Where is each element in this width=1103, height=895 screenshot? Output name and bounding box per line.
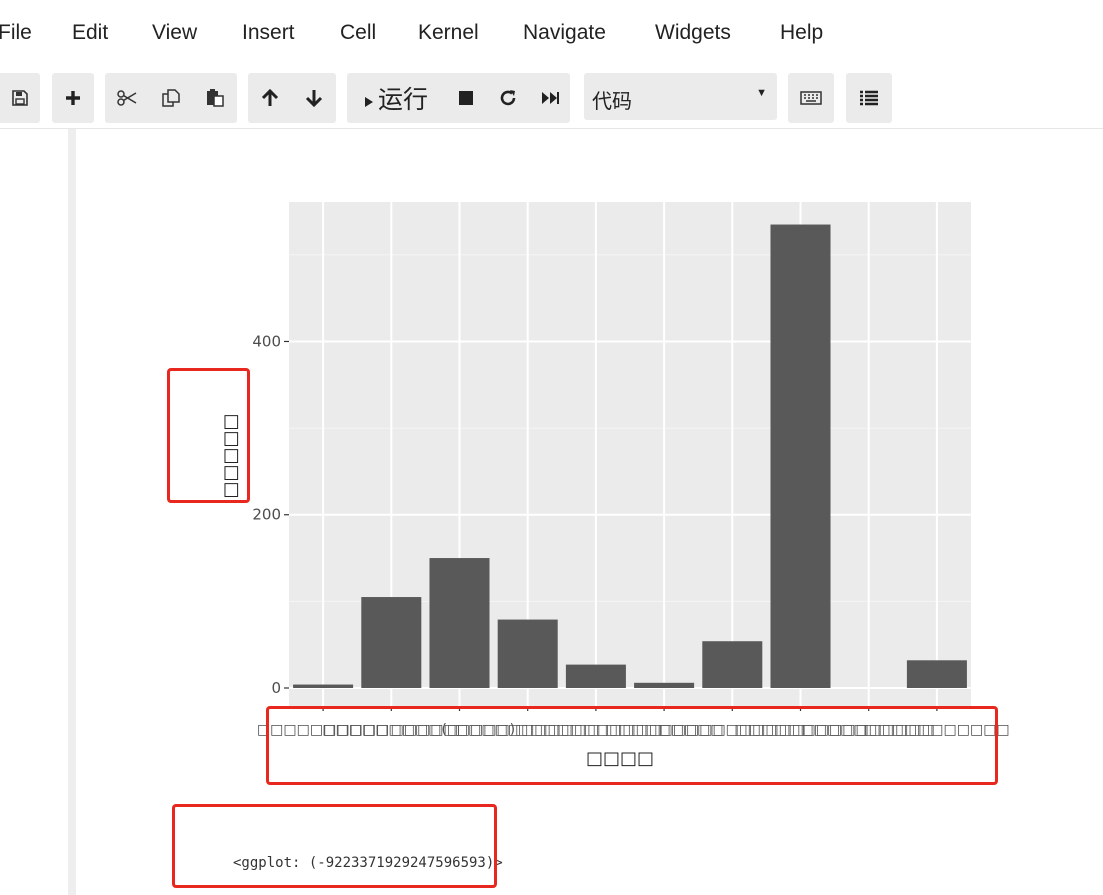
run-label: 运行 xyxy=(377,86,428,114)
restart-button[interactable] xyxy=(487,73,529,123)
menu-bar: File Edit View Insert Cell Kernel Naviga… xyxy=(0,0,1103,64)
annotation-box-repr xyxy=(172,804,497,888)
menu-edit[interactable]: Edit xyxy=(72,21,108,45)
keyboard-shortcuts-button[interactable] xyxy=(788,73,834,123)
y-axis: 0 200 400 xyxy=(252,332,289,697)
fast-forward-icon xyxy=(541,92,559,104)
bar-5 xyxy=(634,682,695,688)
interrupt-button[interactable] xyxy=(445,73,487,123)
bar-1 xyxy=(361,597,422,688)
stop-icon xyxy=(459,91,473,105)
insert-cell-button[interactable] xyxy=(52,73,94,123)
run-icon xyxy=(364,97,373,107)
menu-cell[interactable]: Cell xyxy=(340,21,376,45)
menu-widgets[interactable]: Widgets xyxy=(655,21,731,45)
copy-button[interactable] xyxy=(149,73,193,123)
save-button[interactable] xyxy=(0,73,40,123)
run-all-button[interactable] xyxy=(529,73,570,123)
toolbar: 运行 代码 ▼ xyxy=(0,70,1103,126)
dropdown-arrow-icon: ▼ xyxy=(756,87,767,99)
restart-icon xyxy=(500,90,516,106)
menu-file[interactable]: File xyxy=(0,21,32,45)
paste-button[interactable] xyxy=(193,73,237,123)
bar-7 xyxy=(770,224,831,688)
clipboard-group xyxy=(105,73,237,123)
bar-2 xyxy=(429,558,490,688)
y-tick-label: 200 xyxy=(252,506,281,524)
bar-3 xyxy=(497,619,558,688)
move-down-button[interactable] xyxy=(292,73,336,123)
move-group xyxy=(248,73,336,123)
cut-button[interactable] xyxy=(105,73,149,123)
run-button[interactable]: 运行 xyxy=(347,73,445,123)
cell-prompt-bar xyxy=(68,129,76,895)
bar-9 xyxy=(906,660,967,688)
copy-icon xyxy=(162,89,180,107)
run-group: 运行 xyxy=(347,73,570,123)
keyboard-group xyxy=(788,73,834,123)
save-group xyxy=(0,73,40,123)
insert-group xyxy=(52,73,94,123)
cell-type-value: 代码 xyxy=(592,91,632,113)
bar-4 xyxy=(565,664,626,688)
bar-0 xyxy=(293,684,354,688)
save-icon xyxy=(12,90,28,106)
menu-view[interactable]: View xyxy=(152,21,197,45)
bar-6 xyxy=(702,641,763,688)
menu-kernel[interactable]: Kernel xyxy=(418,21,479,45)
header-divider xyxy=(0,128,1103,129)
list-icon xyxy=(860,90,878,106)
command-palette-button[interactable] xyxy=(846,73,892,123)
annotation-box-ylabel xyxy=(167,368,250,503)
y-tick-label: 400 xyxy=(252,332,281,350)
keyboard-icon xyxy=(800,91,822,105)
arrow-down-icon xyxy=(305,90,323,107)
cell-type-select[interactable]: 代码 ▼ xyxy=(584,73,777,120)
move-up-button[interactable] xyxy=(248,73,292,123)
cut-icon xyxy=(117,90,137,106)
menu-insert[interactable]: Insert xyxy=(242,21,295,45)
plus-icon xyxy=(66,91,80,105)
menu-navigate[interactable]: Navigate xyxy=(523,21,606,45)
y-tick-label: 0 xyxy=(271,679,281,697)
annotation-box-xaxis xyxy=(266,706,998,785)
menu-help[interactable]: Help xyxy=(780,21,823,45)
paste-icon xyxy=(207,89,224,107)
arrow-up-icon xyxy=(261,89,279,106)
command-palette-group xyxy=(846,73,892,123)
